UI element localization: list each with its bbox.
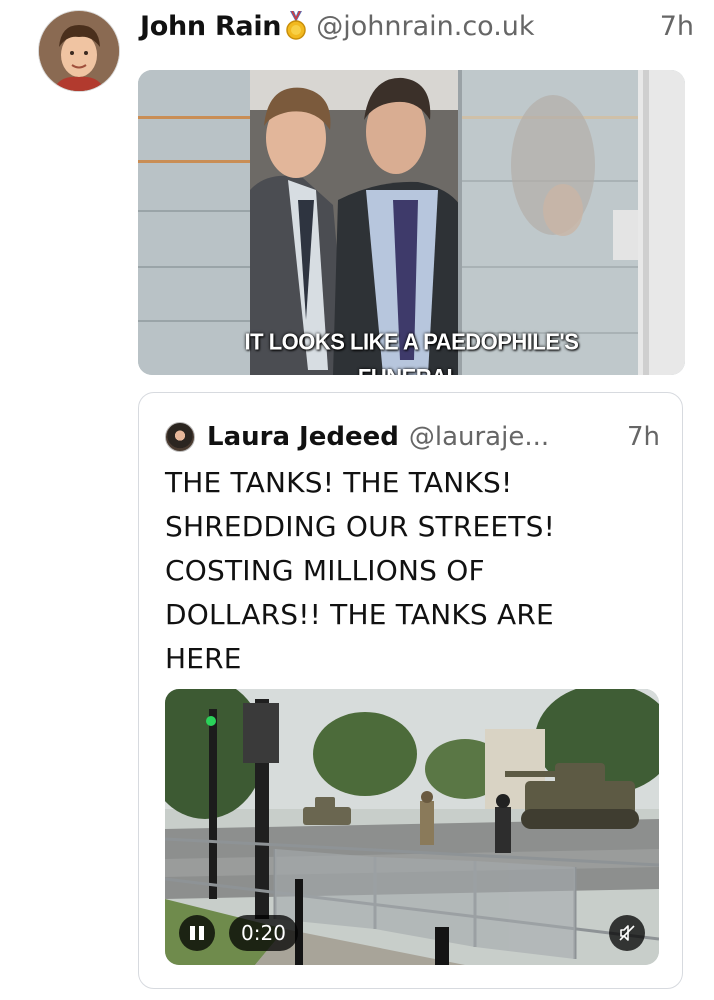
image-caption: IT LOOKS LIKE A PAEDOPHILE'S FUNERAL.: [138, 324, 685, 376]
muted-speaker-icon: [619, 925, 635, 941]
quoted-author-handle[interactable]: @lauraje...: [409, 422, 549, 452]
image-caption-line-2: FUNERAL.: [138, 360, 685, 375]
quoted-post-video[interactable]: 0:20: [165, 689, 659, 965]
post-image[interactable]: IT LOOKS LIKE A PAEDOPHILE'S FUNERAL.: [138, 70, 685, 375]
quoted-author-display-name[interactable]: Laura Jedeed: [207, 422, 399, 452]
author-display-name[interactable]: John Rain: [140, 11, 282, 42]
pause-button[interactable]: [179, 915, 215, 951]
quoted-author-avatar[interactable]: [165, 422, 195, 452]
quoted-post-timestamp[interactable]: 7h: [627, 422, 660, 452]
medal-icon: [284, 10, 308, 41]
author-handle[interactable]: @johnrain.co.uk: [316, 11, 534, 42]
quoted-post-card[interactable]: Laura Jedeed @lauraje... 7h THE TANKS! T…: [138, 392, 683, 989]
author-avatar[interactable]: [38, 10, 120, 92]
video-duration: 0:20: [229, 915, 298, 951]
pause-icon-bar-right: [199, 926, 204, 940]
quoted-post-header: Laura Jedeed @lauraje... 7h: [165, 419, 660, 455]
quoted-post-text: THE TANKS! THE TANKS! SHREDDING OUR STRE…: [165, 466, 556, 675]
mute-button[interactable]: [609, 915, 645, 951]
image-caption-line-1: IT LOOKS LIKE A PAEDOPHILE'S: [244, 328, 579, 355]
post-timestamp[interactable]: 7h: [660, 11, 694, 42]
pause-icon-bar-left: [190, 926, 195, 940]
post-header: John Rain @johnrain.co.uk 7h: [140, 6, 694, 46]
